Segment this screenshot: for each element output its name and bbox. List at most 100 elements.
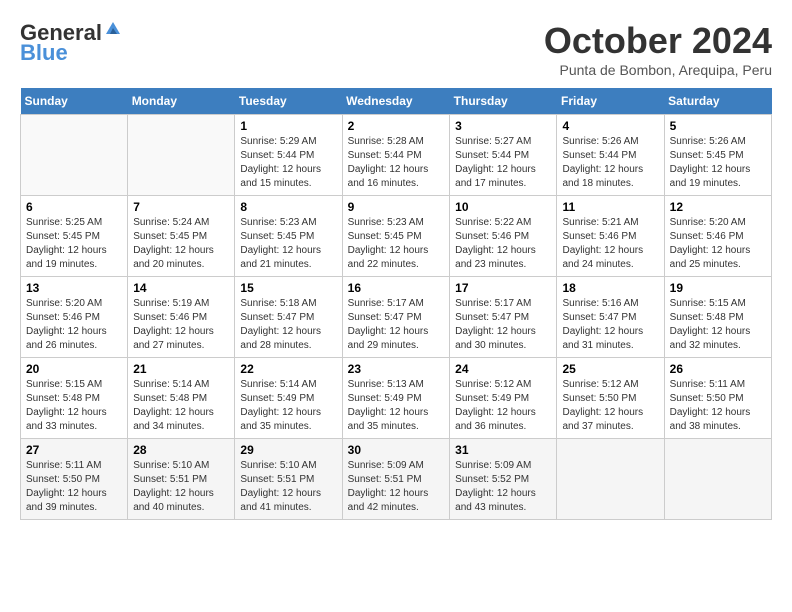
column-header-sunday: Sunday [21, 88, 128, 115]
column-header-thursday: Thursday [450, 88, 557, 115]
day-number: 27 [26, 443, 122, 457]
calendar-table: SundayMondayTuesdayWednesdayThursdayFrid… [20, 88, 772, 520]
calendar-cell: 4 Sunrise: 5:26 AMSunset: 5:44 PMDayligh… [557, 115, 664, 196]
calendar-week-1: 1 Sunrise: 5:29 AMSunset: 5:44 PMDayligh… [21, 115, 772, 196]
day-info: Sunrise: 5:20 AMSunset: 5:46 PMDaylight:… [26, 298, 107, 351]
day-info: Sunrise: 5:16 AMSunset: 5:47 PMDaylight:… [562, 298, 643, 351]
month-title: October 2024 [544, 20, 772, 62]
day-info: Sunrise: 5:17 AMSunset: 5:47 PMDaylight:… [455, 298, 536, 351]
calendar-cell: 15 Sunrise: 5:18 AMSunset: 5:47 PMDaylig… [235, 277, 342, 358]
calendar-cell: 26 Sunrise: 5:11 AMSunset: 5:50 PMDaylig… [664, 358, 771, 439]
calendar-cell: 13 Sunrise: 5:20 AMSunset: 5:46 PMDaylig… [21, 277, 128, 358]
day-number: 22 [240, 362, 336, 376]
calendar-cell [557, 439, 664, 520]
calendar-cell: 31 Sunrise: 5:09 AMSunset: 5:52 PMDaylig… [450, 439, 557, 520]
calendar-cell [128, 115, 235, 196]
day-number: 7 [133, 200, 229, 214]
day-number: 21 [133, 362, 229, 376]
day-info: Sunrise: 5:26 AMSunset: 5:45 PMDaylight:… [670, 136, 751, 189]
calendar-cell: 29 Sunrise: 5:10 AMSunset: 5:51 PMDaylig… [235, 439, 342, 520]
day-info: Sunrise: 5:27 AMSunset: 5:44 PMDaylight:… [455, 136, 536, 189]
calendar-cell: 20 Sunrise: 5:15 AMSunset: 5:48 PMDaylig… [21, 358, 128, 439]
calendar-cell: 19 Sunrise: 5:15 AMSunset: 5:48 PMDaylig… [664, 277, 771, 358]
day-info: Sunrise: 5:09 AMSunset: 5:52 PMDaylight:… [455, 460, 536, 513]
day-info: Sunrise: 5:22 AMSunset: 5:46 PMDaylight:… [455, 217, 536, 270]
day-number: 13 [26, 281, 122, 295]
day-info: Sunrise: 5:19 AMSunset: 5:46 PMDaylight:… [133, 298, 214, 351]
day-number: 10 [455, 200, 551, 214]
calendar-cell [21, 115, 128, 196]
day-number: 30 [348, 443, 445, 457]
day-number: 20 [26, 362, 122, 376]
location-text: Punta de Bombon, Arequipa, Peru [544, 62, 772, 78]
day-number: 14 [133, 281, 229, 295]
column-header-wednesday: Wednesday [342, 88, 450, 115]
calendar-cell: 27 Sunrise: 5:11 AMSunset: 5:50 PMDaylig… [21, 439, 128, 520]
day-number: 23 [348, 362, 445, 376]
day-number: 5 [670, 119, 766, 133]
calendar-week-3: 13 Sunrise: 5:20 AMSunset: 5:46 PMDaylig… [21, 277, 772, 358]
day-info: Sunrise: 5:10 AMSunset: 5:51 PMDaylight:… [240, 460, 321, 513]
day-number: 18 [562, 281, 658, 295]
logo-icon [104, 20, 122, 38]
day-number: 9 [348, 200, 445, 214]
day-info: Sunrise: 5:20 AMSunset: 5:46 PMDaylight:… [670, 217, 751, 270]
day-info: Sunrise: 5:17 AMSunset: 5:47 PMDaylight:… [348, 298, 429, 351]
day-number: 15 [240, 281, 336, 295]
day-info: Sunrise: 5:15 AMSunset: 5:48 PMDaylight:… [26, 379, 107, 432]
day-number: 4 [562, 119, 658, 133]
calendar-cell: 12 Sunrise: 5:20 AMSunset: 5:46 PMDaylig… [664, 196, 771, 277]
day-info: Sunrise: 5:11 AMSunset: 5:50 PMDaylight:… [26, 460, 107, 513]
calendar-cell: 25 Sunrise: 5:12 AMSunset: 5:50 PMDaylig… [557, 358, 664, 439]
day-number: 31 [455, 443, 551, 457]
column-header-saturday: Saturday [664, 88, 771, 115]
day-info: Sunrise: 5:11 AMSunset: 5:50 PMDaylight:… [670, 379, 751, 432]
calendar-cell: 21 Sunrise: 5:14 AMSunset: 5:48 PMDaylig… [128, 358, 235, 439]
day-number: 3 [455, 119, 551, 133]
calendar-cell: 16 Sunrise: 5:17 AMSunset: 5:47 PMDaylig… [342, 277, 450, 358]
calendar-cell: 2 Sunrise: 5:28 AMSunset: 5:44 PMDayligh… [342, 115, 450, 196]
day-number: 12 [670, 200, 766, 214]
calendar-cell: 7 Sunrise: 5:24 AMSunset: 5:45 PMDayligh… [128, 196, 235, 277]
title-block: October 2024 Punta de Bombon, Arequipa, … [544, 20, 772, 78]
calendar-cell: 18 Sunrise: 5:16 AMSunset: 5:47 PMDaylig… [557, 277, 664, 358]
day-info: Sunrise: 5:10 AMSunset: 5:51 PMDaylight:… [133, 460, 214, 513]
day-number: 6 [26, 200, 122, 214]
column-header-tuesday: Tuesday [235, 88, 342, 115]
day-info: Sunrise: 5:18 AMSunset: 5:47 PMDaylight:… [240, 298, 321, 351]
day-number: 16 [348, 281, 445, 295]
calendar-cell: 17 Sunrise: 5:17 AMSunset: 5:47 PMDaylig… [450, 277, 557, 358]
logo-text-blue: Blue [20, 40, 68, 66]
day-info: Sunrise: 5:29 AMSunset: 5:44 PMDaylight:… [240, 136, 321, 189]
calendar-cell: 14 Sunrise: 5:19 AMSunset: 5:46 PMDaylig… [128, 277, 235, 358]
day-number: 24 [455, 362, 551, 376]
day-number: 19 [670, 281, 766, 295]
page-header: General Blue October 2024 Punta de Bombo… [20, 20, 772, 78]
calendar-cell: 10 Sunrise: 5:22 AMSunset: 5:46 PMDaylig… [450, 196, 557, 277]
column-header-friday: Friday [557, 88, 664, 115]
calendar-week-5: 27 Sunrise: 5:11 AMSunset: 5:50 PMDaylig… [21, 439, 772, 520]
logo: General Blue [20, 20, 122, 66]
day-info: Sunrise: 5:13 AMSunset: 5:49 PMDaylight:… [348, 379, 429, 432]
day-number: 2 [348, 119, 445, 133]
calendar-cell: 3 Sunrise: 5:27 AMSunset: 5:44 PMDayligh… [450, 115, 557, 196]
day-number: 29 [240, 443, 336, 457]
day-info: Sunrise: 5:14 AMSunset: 5:49 PMDaylight:… [240, 379, 321, 432]
day-number: 17 [455, 281, 551, 295]
calendar-cell: 9 Sunrise: 5:23 AMSunset: 5:45 PMDayligh… [342, 196, 450, 277]
day-info: Sunrise: 5:12 AMSunset: 5:49 PMDaylight:… [455, 379, 536, 432]
column-header-monday: Monday [128, 88, 235, 115]
calendar-cell: 30 Sunrise: 5:09 AMSunset: 5:51 PMDaylig… [342, 439, 450, 520]
day-info: Sunrise: 5:12 AMSunset: 5:50 PMDaylight:… [562, 379, 643, 432]
calendar-week-4: 20 Sunrise: 5:15 AMSunset: 5:48 PMDaylig… [21, 358, 772, 439]
calendar-cell: 28 Sunrise: 5:10 AMSunset: 5:51 PMDaylig… [128, 439, 235, 520]
calendar-cell: 1 Sunrise: 5:29 AMSunset: 5:44 PMDayligh… [235, 115, 342, 196]
day-info: Sunrise: 5:23 AMSunset: 5:45 PMDaylight:… [240, 217, 321, 270]
day-number: 26 [670, 362, 766, 376]
day-info: Sunrise: 5:24 AMSunset: 5:45 PMDaylight:… [133, 217, 214, 270]
day-info: Sunrise: 5:23 AMSunset: 5:45 PMDaylight:… [348, 217, 429, 270]
day-number: 25 [562, 362, 658, 376]
day-number: 8 [240, 200, 336, 214]
calendar-cell: 8 Sunrise: 5:23 AMSunset: 5:45 PMDayligh… [235, 196, 342, 277]
day-info: Sunrise: 5:15 AMSunset: 5:48 PMDaylight:… [670, 298, 751, 351]
